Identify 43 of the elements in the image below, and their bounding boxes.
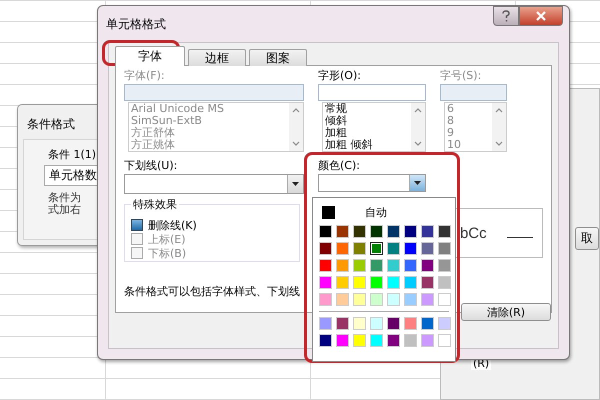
- checkbox-label: 下标(B): [148, 246, 186, 260]
- close-icon: [536, 11, 546, 21]
- field-label: 字体(F):: [124, 68, 166, 82]
- input-field[interactable]: [124, 84, 304, 101]
- close-button[interactable]: [519, 6, 563, 26]
- field-label: 下划线(U):: [124, 158, 178, 172]
- tab[interactable]: 字体: [115, 46, 185, 66]
- scrollbar-drawing[interactable]: [492, 103, 506, 151]
- description-text: 式加右: [48, 204, 81, 216]
- field-label: 字形(O):: [318, 68, 362, 82]
- clear-button[interactable]: 清除(R): [461, 303, 551, 321]
- condition-label: 条件 1(1): [48, 147, 96, 162]
- help-icon: [502, 10, 510, 22]
- input-field[interactable]: [440, 84, 507, 101]
- color-dropdown[interactable]: [318, 174, 426, 192]
- tab[interactable]: 图案: [249, 49, 307, 66]
- automatic-color-option[interactable]: 自动: [319, 203, 449, 221]
- help-button[interactable]: [493, 6, 519, 26]
- scrollbar-drawing[interactable]: [411, 103, 425, 151]
- list-box[interactable]: 常规 倾斜 加粗 加粗 倾斜: [322, 102, 426, 152]
- field-label: 颜色(C):: [318, 158, 361, 172]
- note-text: 条件格式可以包括字体样式、下划线: [124, 284, 300, 299]
- checkbox-label: 上标(E): [148, 232, 186, 246]
- input-field[interactable]: [318, 84, 426, 101]
- scrollbar-drawing[interactable]: [289, 103, 303, 151]
- list-item[interactable]: 常规: [325, 103, 411, 115]
- color-swatch[interactable]: [370, 242, 383, 255]
- checkbox[interactable]: 删除线(K): [131, 218, 299, 232]
- description-text: 条件为: [48, 192, 81, 204]
- group-title: 特殊效果: [131, 197, 179, 212]
- list-item[interactable]: 加粗: [325, 127, 411, 139]
- dialog-title: 单元格格式: [106, 16, 166, 32]
- dropdown-arrow-icon: [292, 182, 299, 186]
- dropdown-arrow-icon: [414, 181, 421, 185]
- field-label: 字号(S):: [440, 68, 482, 82]
- cancel-button[interactable]: 取: [575, 227, 599, 250]
- tab[interactable]: 边框: [188, 49, 246, 66]
- list-item[interactable]: 加粗 倾斜: [325, 139, 411, 151]
- list-item[interactable]: 倾斜: [325, 115, 411, 127]
- dialog-title: 条件格式: [27, 116, 75, 133]
- checkbox-label: 删除线(K): [148, 218, 197, 232]
- preview-text: bCc: [460, 224, 487, 242]
- underline-dropdown[interactable]: [124, 174, 304, 194]
